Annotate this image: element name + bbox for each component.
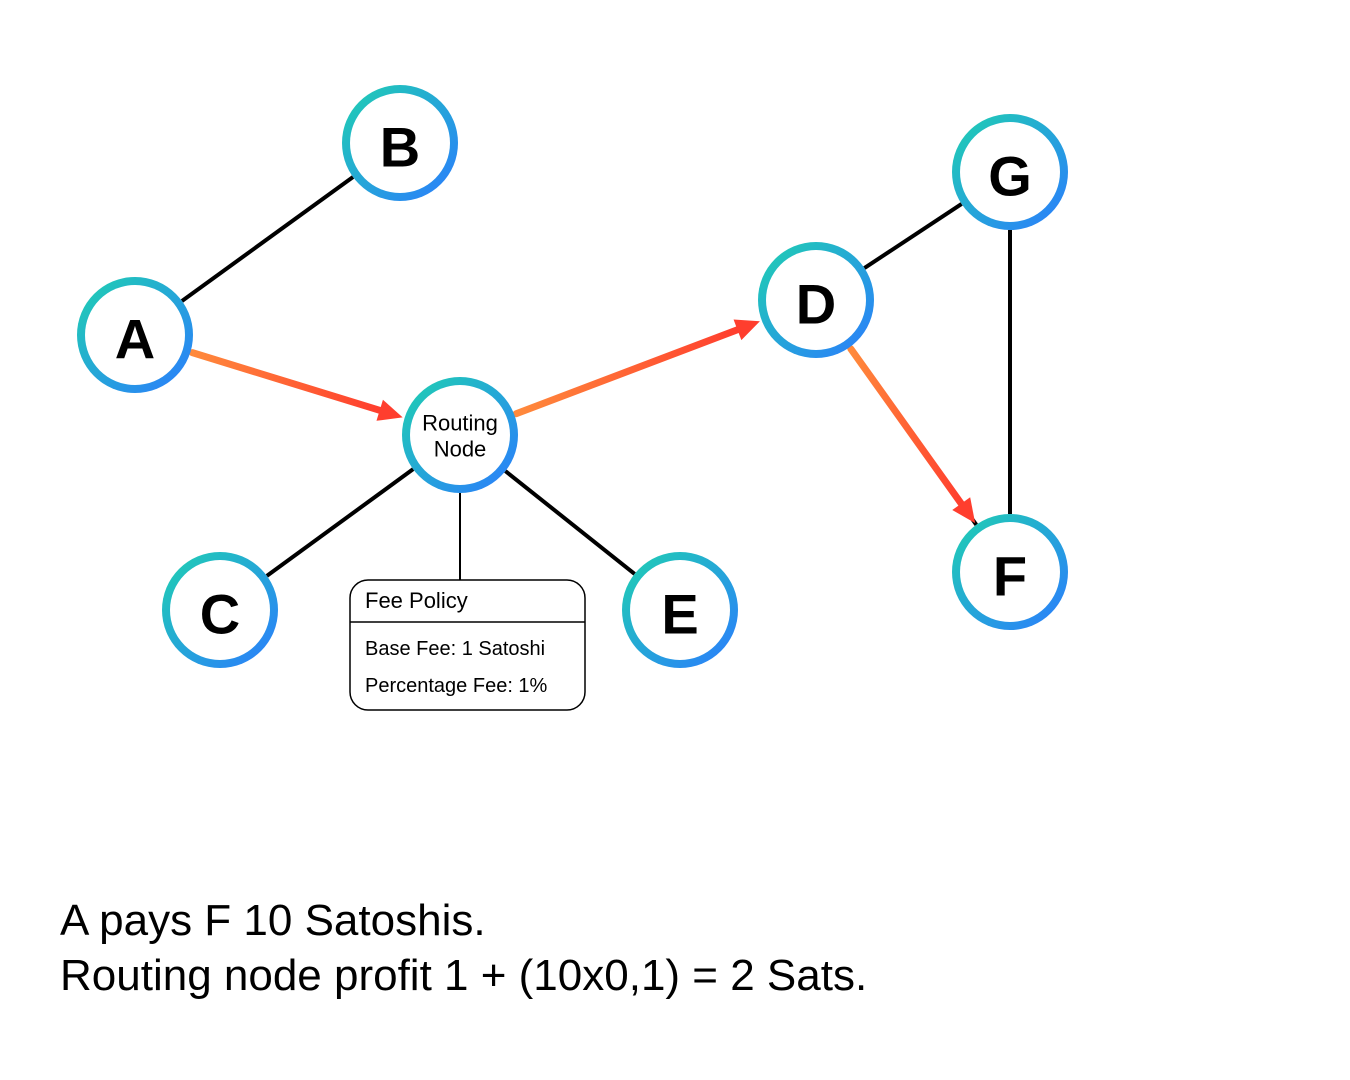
node-R: RoutingNode (402, 377, 518, 493)
fee-policy-title: Fee Policy (365, 588, 468, 613)
node-label-D: D (796, 273, 836, 336)
node-label-B: B (380, 116, 420, 179)
fee-policy-base: Base Fee: 1 Satoshi (365, 638, 545, 660)
node-E: E (622, 552, 738, 668)
node-label-routing-2: Node (434, 437, 487, 462)
edge-D-G (864, 204, 961, 268)
arrowhead-R-D (734, 319, 760, 340)
caption-line-1: A pays F 10 Satoshis. (60, 896, 486, 945)
node-label-C: C (200, 583, 240, 646)
arrow-edge-R-D (516, 330, 737, 414)
edge-R-C (267, 469, 413, 576)
edge-R-E (505, 471, 634, 574)
fee-policy-percentage: Percentage Fee: 1% (365, 675, 548, 697)
node-F: F (952, 514, 1068, 630)
arrowhead-A-R (376, 400, 402, 421)
arrow-edge-D-F (851, 349, 961, 504)
node-A: A (77, 277, 193, 393)
edge-A-B (182, 177, 353, 301)
node-label-E: E (661, 583, 698, 646)
routing-diagram: A B C RoutingNode E D G F Fee Policy Base Fee: … (0, 0, 1350, 1080)
fee-policy-box: Fee Policy Base Fee: 1 Satoshi Percentag… (350, 580, 585, 710)
node-B: B (342, 85, 458, 201)
node-G: G (952, 114, 1068, 230)
node-label-A: A (115, 308, 155, 371)
node-label-G: G (988, 145, 1032, 208)
caption-line-2: Routing node profit 1 + (10x0,1) = 2 Sat… (60, 951, 867, 1000)
edges-plain (182, 177, 1010, 576)
node-label-routing-1: Routing (422, 411, 498, 436)
node-C: C (162, 552, 278, 668)
node-D: D (758, 242, 874, 358)
edges-arrow-highlighted (192, 319, 975, 523)
node-label-F: F (993, 545, 1027, 608)
arrow-edge-A-R (192, 353, 379, 411)
